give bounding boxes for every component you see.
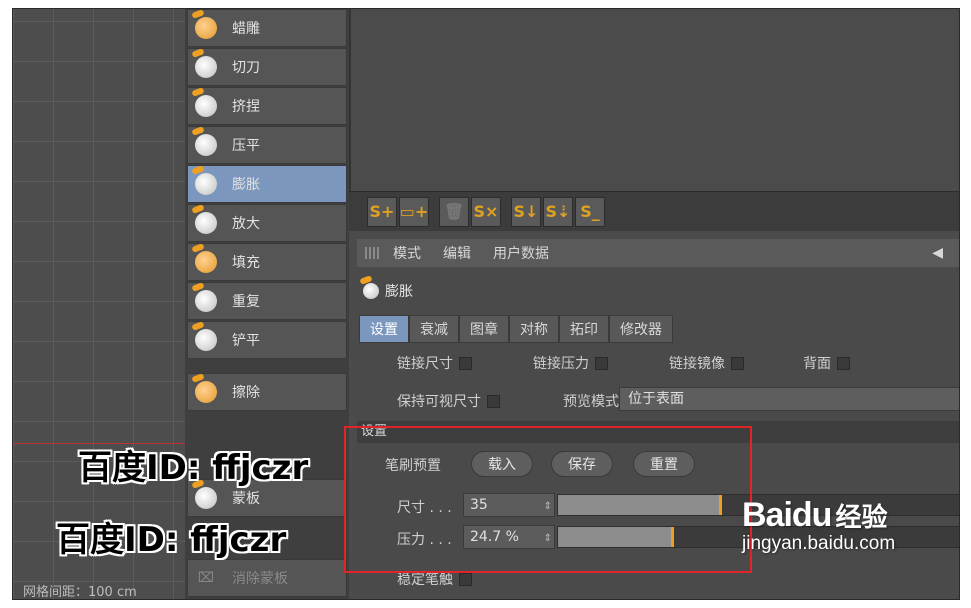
scrape-brush-icon — [188, 322, 224, 358]
keep-visible-size-checkbox[interactable] — [487, 394, 500, 408]
grip-icon[interactable] — [365, 247, 379, 259]
tool-flatten[interactable]: 压平 — [187, 126, 347, 164]
baidu-jingyan-logo: Baidu 经验 jingyan.baidu.com — [742, 496, 896, 554]
flatten-brush-icon — [188, 127, 224, 163]
pinch-brush-icon — [188, 88, 224, 124]
inflate-brush-icon — [188, 166, 224, 202]
tab-symmetry[interactable]: 对称 — [509, 315, 559, 343]
erase-brush-icon — [188, 374, 224, 410]
link-size-checkbox[interactable] — [459, 356, 472, 370]
length-label: 长度 — [397, 597, 423, 599]
wax-brush-icon — [188, 10, 224, 46]
link-pressure-row: 链接压力 — [533, 353, 608, 373]
tool-knife[interactable]: 切刀 — [187, 48, 347, 86]
tool-scrape[interactable]: 铲平 — [187, 321, 347, 359]
tab-stamp[interactable]: 图章 — [459, 315, 509, 343]
attribute-tabs: 设置 衰减 图章 对称 拓印 修改器 — [359, 315, 673, 343]
preview-mode-select[interactable]: 位于表面 — [619, 387, 959, 411]
menu-mode[interactable]: 模式 — [393, 243, 421, 263]
tool-fill[interactable]: 填充 — [187, 243, 347, 281]
tool-repeat[interactable]: 重复 — [187, 282, 347, 320]
inflate-brush-icon — [363, 283, 379, 299]
tool-wax[interactable]: 蜡雕 — [187, 9, 347, 47]
tool-pinch[interactable]: 挤捏 — [187, 87, 347, 125]
tool-amplify[interactable]: 放大 — [187, 204, 347, 242]
tab-settings[interactable]: 设置 — [359, 315, 409, 343]
tab-modifiers[interactable]: 修改器 — [609, 315, 673, 343]
panel-title: 膨胀 — [363, 281, 413, 301]
tool-inflate[interactable]: 膨胀 — [187, 165, 347, 203]
highlight-box — [344, 426, 752, 573]
link-pressure-checkbox[interactable] — [595, 356, 608, 370]
backface-checkbox[interactable] — [837, 356, 850, 370]
merge-down-icon[interactable]: S⇣ — [543, 196, 573, 227]
link-mirror-row: 链接镜像 — [669, 353, 744, 373]
trash-icon[interactable]: 🗑 — [439, 196, 469, 227]
watermark-text: 百度ID: ffjczr — [78, 448, 309, 488]
attribute-menubar: 模式 编辑 用户数据 ◀ — [357, 239, 959, 267]
knife-brush-icon — [188, 49, 224, 85]
menu-user-data[interactable]: 用户数据 — [493, 243, 549, 263]
object-manager-area — [349, 9, 959, 191]
grid-spacing-status: 网格间距：100 cm — [23, 585, 137, 600]
clear-layer-icon[interactable]: S× — [471, 196, 501, 227]
tool-erase[interactable]: 擦除 — [187, 373, 347, 411]
clear-mask-icon: ⌧ — [197, 570, 215, 586]
keep-visible-size-row: 保持可视尺寸 — [397, 391, 500, 411]
stabilize-checkbox[interactable] — [459, 572, 472, 586]
repeat-brush-icon — [188, 283, 224, 319]
tab-falloff[interactable]: 衰减 — [409, 315, 459, 343]
backface-row: 背面 — [803, 353, 850, 373]
watermark-text: 百度ID: ffjczr — [56, 520, 287, 560]
link-mirror-checkbox[interactable] — [731, 356, 744, 370]
back-arrow-icon[interactable]: ◀ — [932, 245, 943, 261]
fill-brush-icon — [188, 244, 224, 280]
add-layer-icon[interactable]: S+ — [367, 196, 397, 227]
add-folder-icon[interactable]: ▭+ — [399, 196, 429, 227]
amplify-brush-icon — [188, 205, 224, 241]
layer-toolbar: S+ ▭+ 🗑 S× S↓ S⇣ S_ — [349, 191, 959, 231]
tool-clear-mask[interactable]: ⌧ 消除蒙板 — [187, 559, 347, 597]
bake-layer-icon[interactable]: S↓ — [511, 196, 541, 227]
menu-edit[interactable]: 编辑 — [443, 243, 471, 263]
link-size-row: 链接尺寸 — [397, 353, 472, 373]
flatten-layers-icon[interactable]: S_ — [575, 196, 605, 227]
tab-stencil[interactable]: 拓印 — [559, 315, 609, 343]
preview-mode-label: 预览模式 — [563, 394, 619, 410]
